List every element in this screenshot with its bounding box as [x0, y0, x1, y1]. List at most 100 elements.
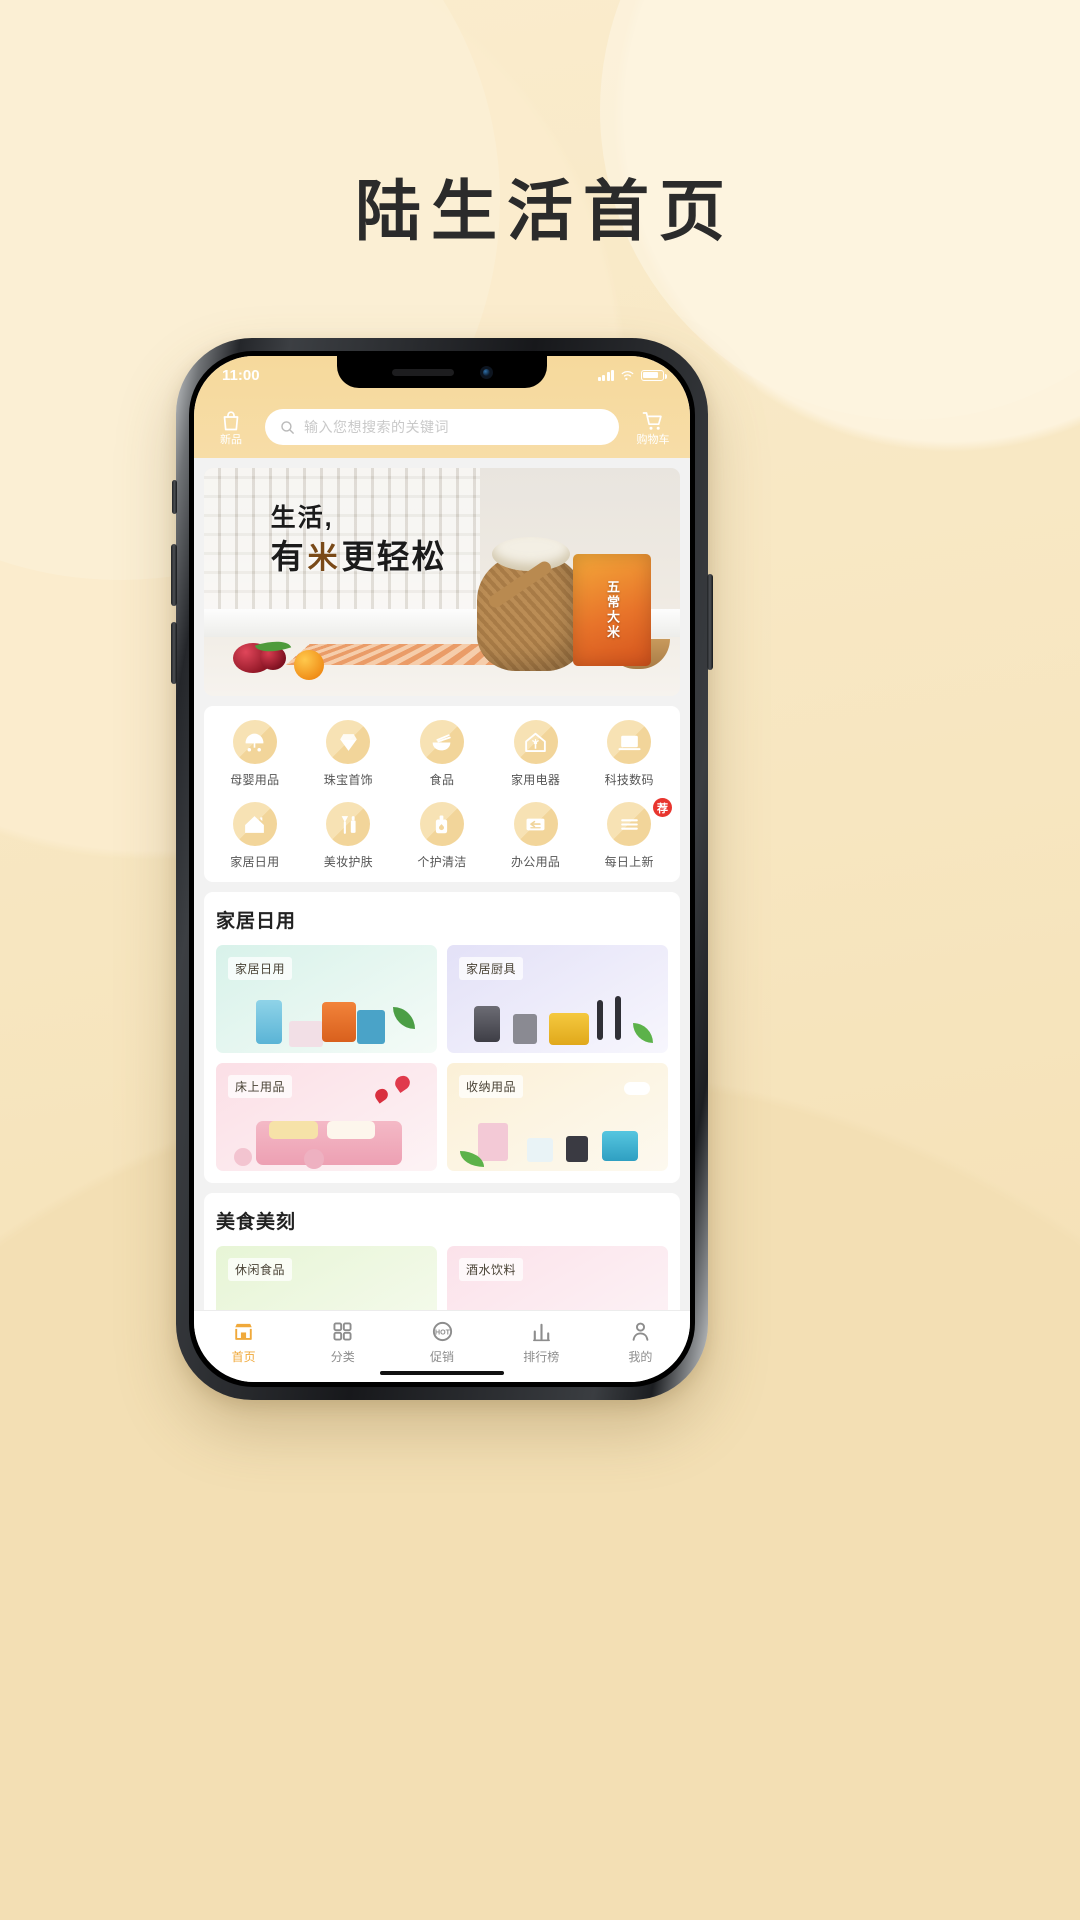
new-products-button[interactable]: 新品 — [206, 409, 256, 446]
tile-product — [473, 1006, 500, 1043]
lotion-bottle-icon — [419, 802, 464, 846]
category-item-digital[interactable]: 科技数码 — [582, 720, 676, 788]
tile-household-daily[interactable]: 家居日用 — [216, 945, 437, 1053]
front-camera-icon — [479, 365, 493, 379]
category-item-daily-new[interactable]: 荐 每日上新 — [582, 798, 676, 870]
category-label: 珠宝首饰 — [323, 773, 373, 787]
section-tile-grid: 家居日用 家居厨具 床上用品 收纳用品 — [216, 945, 668, 1171]
section-food: 美食美刻 休闲食品 酒水饮料 — [204, 1193, 680, 1310]
search-placeholder: 输入您想搜索的关键词 — [304, 419, 449, 435]
tab-label: 首页 — [231, 1349, 256, 1364]
category-item-food[interactable]: 食品 — [395, 720, 489, 788]
status-icons — [597, 369, 667, 381]
category-grid-card: 母婴用品 珠宝首饰 食品 家用电器 科技数码 家居日用 美妆护肤 个护清洁 办公… — [204, 706, 680, 882]
tab-promotion[interactable]: HOT 促销 — [392, 1320, 491, 1365]
tile-product — [614, 996, 621, 1041]
category-label: 办公用品 — [510, 855, 561, 869]
tab-label: 我的 — [628, 1349, 653, 1364]
tile-tag: 收纳用品 — [459, 1075, 524, 1098]
app-scroll-body[interactable]: 五常大米 生活, 有米更轻松 母婴用品 珠宝首饰 食品 家用电器 科技数码 家居… — [194, 458, 690, 1310]
category-item-personal-care[interactable]: 个护清洁 — [395, 802, 489, 870]
category-label: 美妆护肤 — [323, 855, 373, 869]
tab-label: 分类 — [330, 1349, 355, 1364]
home-shop-icon — [235, 1323, 252, 1340]
tile-storage[interactable]: 收纳用品 — [447, 1063, 668, 1171]
grid-icon — [333, 1321, 352, 1341]
tab-profile[interactable]: 我的 — [591, 1320, 690, 1365]
category-item-household[interactable]: 家居日用 — [208, 802, 302, 870]
banner-rice-package: 五常大米 — [573, 554, 652, 667]
status-time: 11:00 — [222, 366, 260, 384]
tile-tag: 家居日用 — [228, 957, 293, 980]
category-item-jewelry[interactable]: 珠宝首饰 — [302, 720, 396, 788]
search-icon — [281, 420, 294, 434]
tile-drinks[interactable]: 酒水饮料 — [447, 1246, 668, 1310]
status-badge: 荐 — [652, 798, 672, 817]
phone-screen: 11:00 新品 输入您想搜索的关键词 购物车 五常大米 生活, 有米更轻松 母… — [194, 356, 690, 1382]
tab-categories[interactable]: 分类 — [293, 1320, 392, 1365]
laptop-icon — [607, 720, 652, 764]
tile-product — [288, 1020, 323, 1047]
cosmetics-icon — [326, 802, 371, 846]
user-icon — [632, 1322, 649, 1341]
category-label: 家居日用 — [230, 855, 280, 869]
tab-home[interactable]: 首页 — [194, 1320, 293, 1365]
home-indicator — [380, 1371, 504, 1375]
category-label: 个护清洁 — [417, 855, 467, 869]
banner-rice-char: 米 — [307, 542, 340, 576]
earpiece-speaker — [391, 368, 454, 376]
tile-product — [357, 1010, 386, 1045]
banner-line-2-a: 有 — [270, 538, 306, 576]
tile-product — [477, 1123, 508, 1162]
stroller-icon — [232, 720, 277, 764]
tab-label: 排行榜 — [523, 1349, 560, 1364]
tile-snacks[interactable]: 休闲食品 — [216, 1246, 437, 1310]
volume-up-button — [171, 544, 177, 606]
category-label: 家用电器 — [510, 773, 561, 787]
tile-tag: 家居厨具 — [459, 957, 524, 980]
tab-label: 促销 — [430, 1349, 455, 1364]
banner-line-2-b: 更轻松 — [341, 538, 447, 576]
hot-promo-icon: HOT — [432, 1321, 452, 1341]
list-icon — [607, 802, 652, 846]
section-tile-grid: 休闲食品 酒水饮料 — [216, 1246, 668, 1310]
search-input[interactable]: 输入您想搜索的关键词 — [265, 409, 619, 445]
tile-kitchenware[interactable]: 家居厨具 — [447, 945, 668, 1053]
tile-pillow — [269, 1120, 318, 1139]
tile-pillow — [326, 1120, 376, 1139]
section-title: 家居日用 — [216, 911, 297, 932]
banner-orange — [294, 650, 325, 681]
banner-text: 生活, 有米更轻松 — [271, 504, 447, 577]
tile-product — [597, 1000, 604, 1041]
category-item-appliance[interactable]: 家用电器 — [489, 720, 583, 788]
diamond-icon — [326, 720, 371, 764]
new-products-label: 新品 — [220, 433, 242, 446]
category-item-maternity[interactable]: 母婴用品 — [208, 720, 302, 788]
category-row-1: 母婴用品 珠宝首饰 食品 家用电器 科技数码 — [208, 720, 676, 788]
battery-icon — [641, 369, 667, 381]
tile-plant — [392, 1007, 415, 1030]
tile-product — [526, 1138, 553, 1163]
category-label: 科技数码 — [604, 773, 654, 787]
envelope-icon — [513, 802, 558, 846]
power-button — [707, 574, 713, 670]
tile-tag: 休闲食品 — [228, 1258, 293, 1281]
category-label: 每日上新 — [604, 855, 654, 869]
silent-switch — [172, 480, 177, 514]
tile-plant — [632, 1023, 653, 1044]
phone-mockup: 11:00 新品 输入您想搜索的关键词 购物车 五常大米 生活, 有米更轻松 母… — [171, 338, 713, 1400]
cart-button[interactable]: 购物车 — [628, 409, 678, 446]
category-label: 食品 — [429, 773, 455, 787]
tile-ball — [304, 1148, 325, 1169]
category-item-office[interactable]: 办公用品 — [489, 802, 583, 870]
banner-package-text: 五常大米 — [604, 580, 620, 641]
wifi-icon — [621, 371, 634, 381]
category-item-beauty[interactable]: 美妆护肤 — [302, 802, 396, 870]
ranking-bars-icon — [532, 1323, 550, 1341]
tile-heart — [373, 1086, 391, 1104]
banner-line-1: 生活, — [270, 504, 334, 533]
tile-bedding[interactable]: 床上用品 — [216, 1063, 437, 1171]
signal-bars-icon — [597, 369, 614, 381]
tab-ranking[interactable]: 排行榜 — [492, 1320, 591, 1365]
promo-banner[interactable]: 五常大米 生活, 有米更轻松 — [204, 468, 680, 696]
